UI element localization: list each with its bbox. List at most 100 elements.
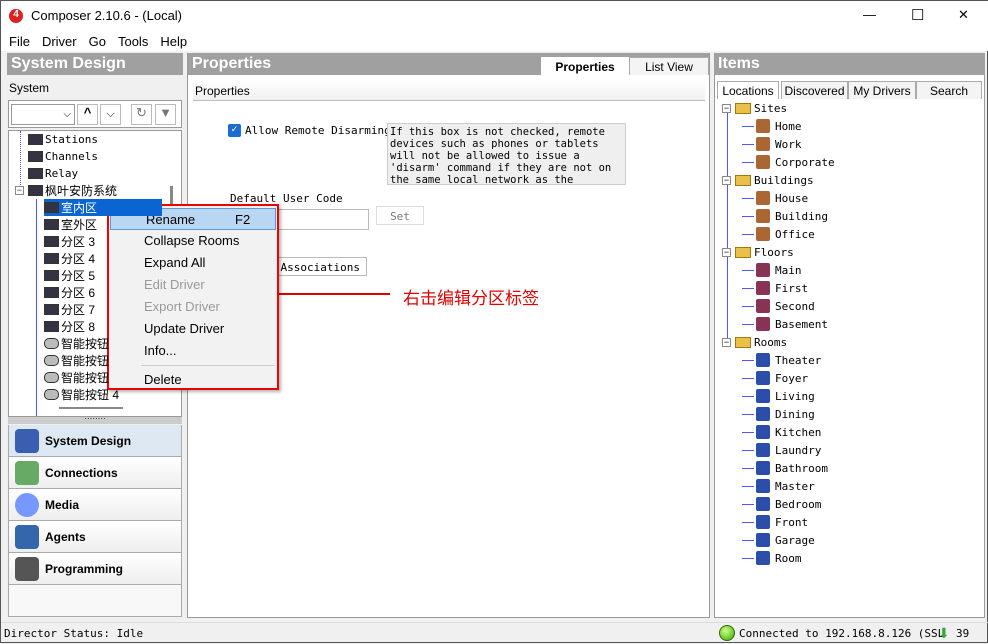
tab-properties[interactable]: Properties — [541, 57, 629, 75]
menu-go[interactable]: Go — [81, 31, 110, 49]
location-item[interactable]: Building — [742, 207, 828, 225]
tree-item[interactable]: 室内区 — [44, 199, 162, 216]
tab-discovered[interactable]: Discovered — [781, 81, 848, 99]
tree-item[interactable]: 分区 7 — [44, 301, 95, 318]
collapse-icon[interactable]: − — [722, 247, 731, 257]
location-item[interactable]: House — [742, 189, 808, 207]
menu-help[interactable]: Help — [152, 31, 191, 49]
tab-search[interactable]: Search — [916, 81, 982, 99]
location-item[interactable]: Corporate — [742, 153, 835, 171]
horizontal-scrollbar[interactable] — [59, 407, 123, 409]
tab-list-view[interactable]: List View — [629, 57, 709, 75]
tree-item[interactable]: 分区 5 — [44, 267, 95, 284]
set-button[interactable]: Set — [376, 206, 424, 225]
location-item[interactable]: Bedroom — [742, 495, 821, 513]
tab-my-drivers[interactable]: My Drivers — [848, 81, 916, 99]
context-menu-edit-driver[interactable]: Edit Driver — [109, 274, 277, 296]
location-item[interactable]: Work — [742, 135, 802, 153]
location-item[interactable]: Front — [742, 513, 808, 531]
tree-item[interactable]: Stations — [28, 131, 98, 148]
location-group[interactable]: − Buildings — [722, 171, 814, 189]
tree-item[interactable]: 智能按钮 — [44, 335, 109, 352]
location-item[interactable]: Foyer — [742, 369, 808, 387]
filter-icon[interactable]: ▼ — [155, 104, 176, 125]
context-menu-info[interactable]: Info... — [109, 340, 277, 362]
context-menu-delete[interactable]: Delete — [109, 369, 277, 391]
location-item[interactable]: Living — [742, 387, 815, 405]
location-item[interactable]: Theater — [742, 351, 821, 369]
tab-locations[interactable]: Locations — [717, 81, 779, 99]
location-item[interactable]: Room — [742, 549, 802, 567]
collapse-icon[interactable]: − — [722, 337, 731, 347]
tree-line — [727, 108, 728, 344]
location-item[interactable]: Bathroom — [742, 459, 828, 477]
menu-driver[interactable]: Driver — [34, 31, 81, 49]
location-item[interactable]: First — [742, 279, 808, 297]
device-icon — [44, 219, 59, 230]
system-dropdown[interactable]: ⌵ — [11, 104, 75, 125]
refresh-icon[interactable]: ↻ — [131, 104, 152, 125]
right-panel-title: Items — [714, 53, 985, 75]
close-button[interactable]: ✕ — [958, 7, 969, 23]
location-item[interactable]: Office — [742, 225, 815, 243]
location-item[interactable]: Second — [742, 297, 815, 315]
tree-connector — [742, 431, 754, 433]
location-group[interactable]: − Rooms — [722, 333, 787, 351]
tree-item-label: 枫叶安防系统 — [45, 184, 118, 198]
context-menu-collapse-rooms[interactable]: Collapse Rooms — [109, 230, 277, 252]
dining-icon — [756, 407, 770, 421]
move-up-button[interactable]: ^ — [77, 104, 98, 125]
location-item[interactable]: Laundry — [742, 441, 821, 459]
tree-item[interactable]: 智能按钮 — [44, 369, 109, 386]
basement-icon — [756, 317, 770, 331]
collapse-icon[interactable]: − — [15, 186, 24, 195]
nav-programming[interactable]: Programming — [8, 553, 182, 585]
location-item[interactable]: Home — [742, 117, 802, 135]
location-item[interactable]: Basement — [742, 315, 828, 333]
allow-remote-checkbox[interactable]: ✓ — [228, 124, 241, 137]
splitter-handle[interactable]: ········ — [8, 415, 182, 424]
tree-item[interactable]: Relay — [28, 165, 78, 182]
nav-label: Connections — [45, 465, 118, 480]
collapse-icon[interactable]: − — [722, 103, 731, 113]
collapse-icon[interactable]: − — [722, 175, 731, 185]
context-menu-export-driver[interactable]: Export Driver — [109, 296, 277, 318]
tree-item[interactable]: 分区 8 — [44, 318, 95, 335]
tree-item[interactable]: Channels — [28, 148, 98, 165]
menu-file[interactable]: File — [1, 31, 34, 49]
tree-item[interactable]: − 枫叶安防系统 — [15, 182, 118, 199]
location-group[interactable]: − Floors — [722, 243, 794, 261]
nav-connections[interactable]: Connections — [8, 457, 182, 489]
location-group[interactable]: − Sites — [722, 99, 787, 117]
location-item[interactable]: Master — [742, 477, 815, 495]
foyer-icon — [756, 371, 770, 385]
download-icon[interactable]: ⬇ — [938, 625, 950, 642]
allow-remote-label: Allow Remote Disarming — [245, 124, 391, 137]
tree-scrollbar[interactable] — [170, 186, 173, 206]
tree-item[interactable]: 分区 3 — [44, 233, 95, 250]
nav-system-design[interactable]: System Design — [8, 425, 182, 457]
tree-item[interactable]: 智能按钮 4 — [44, 386, 119, 403]
nav-media[interactable]: Media — [8, 489, 182, 521]
location-label: Basement — [775, 317, 828, 331]
location-item[interactable]: Main — [742, 261, 802, 279]
move-down-button[interactable]: ⌵ — [100, 104, 121, 125]
tree-item[interactable]: 室外区 — [44, 216, 97, 233]
location-label: Laundry — [775, 443, 822, 457]
tree-connector — [742, 323, 754, 325]
tree-item[interactable]: 分区 6 — [44, 284, 95, 301]
folder-icon — [735, 102, 751, 114]
maximize-button[interactable]: ☐ — [911, 6, 924, 24]
tree-item[interactable]: 分区 4 — [44, 250, 95, 267]
tree-item[interactable]: 智能按钮 — [44, 352, 109, 369]
minimize-button[interactable]: — — [863, 7, 876, 22]
location-item[interactable]: Garage — [742, 531, 815, 549]
location-item[interactable]: Kitchen — [742, 423, 821, 441]
connection-status-icon — [719, 625, 735, 641]
menu-tools[interactable]: Tools — [110, 31, 152, 49]
tree-connector — [742, 269, 754, 271]
context-menu-update-driver[interactable]: Update Driver — [109, 318, 277, 340]
location-item[interactable]: Dining — [742, 405, 815, 423]
context-menu-expand-all[interactable]: Expand All — [109, 252, 277, 274]
nav-agents[interactable]: Agents — [8, 521, 182, 553]
